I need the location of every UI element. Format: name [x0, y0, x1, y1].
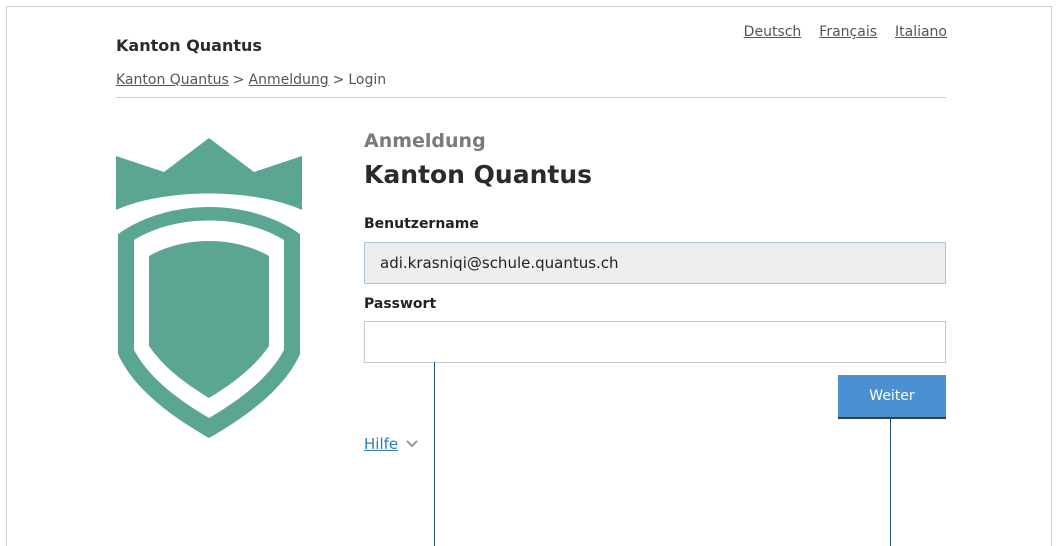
breadcrumb-current: Login: [348, 72, 387, 88]
annotation-line: [434, 362, 435, 546]
username-label: Benutzername: [364, 216, 479, 232]
breadcrumb: Kanton Quantus > Anmeldung > Login: [116, 72, 386, 88]
username-input[interactable]: [364, 242, 946, 284]
help-link[interactable]: Hilfe: [364, 435, 398, 453]
login-form: Anmeldung Kanton Quantus Benutzername Pa…: [364, 130, 946, 453]
lang-link-francais[interactable]: Français: [819, 24, 877, 40]
chevron-down-icon: [406, 440, 418, 448]
site-title: Kanton Quantus: [116, 36, 262, 55]
weiter-button[interactable]: Weiter: [838, 375, 946, 417]
breadcrumb-separator: >: [332, 72, 345, 88]
annotation-line: [890, 418, 891, 546]
breadcrumb-link-home[interactable]: Kanton Quantus: [116, 72, 229, 88]
form-title: Kanton Quantus: [364, 160, 593, 189]
form-subtitle: Anmeldung: [364, 130, 486, 152]
help-toggle[interactable]: Hilfe: [364, 435, 418, 453]
password-input[interactable]: [364, 321, 946, 363]
language-nav: Deutsch Français Italiano: [744, 24, 947, 40]
breadcrumb-separator: >: [232, 72, 245, 88]
header-divider: [116, 97, 946, 98]
lang-link-deutsch[interactable]: Deutsch: [744, 24, 802, 40]
password-label: Passwort: [364, 296, 437, 312]
shield-crown-logo: [116, 138, 302, 438]
breadcrumb-link-anmeldung[interactable]: Anmeldung: [249, 72, 329, 88]
lang-link-italiano[interactable]: Italiano: [895, 24, 947, 40]
